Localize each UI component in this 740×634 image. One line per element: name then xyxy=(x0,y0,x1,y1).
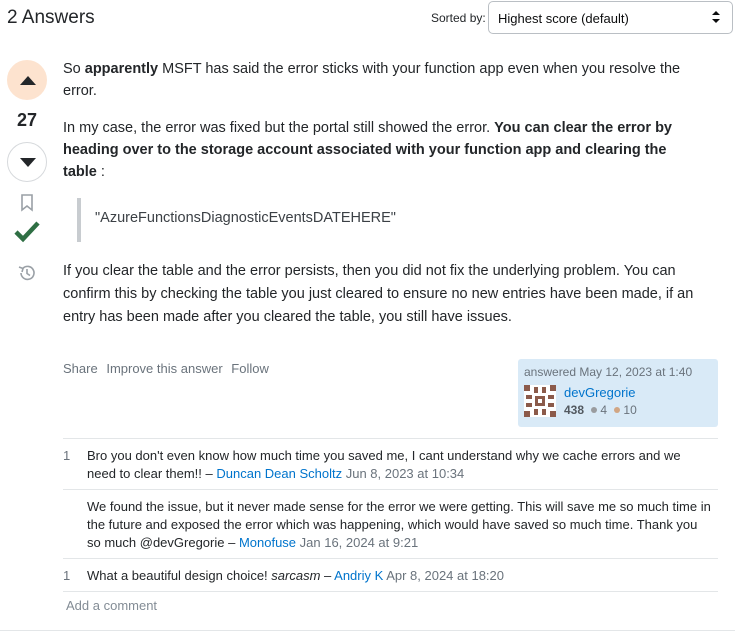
silver-badge-count: 4 xyxy=(600,403,608,417)
history-icon[interactable] xyxy=(17,263,37,283)
comment-author-link[interactable]: Andriy K xyxy=(334,568,383,583)
answer-body: So apparently MSFT has said the error st… xyxy=(63,58,723,344)
comment-score: 1 xyxy=(63,448,71,463)
upvote-button[interactable] xyxy=(7,60,47,100)
blockquote: "AzureFunctionsDiagnosticEventsDATEHERE" xyxy=(77,198,723,242)
answer-paragraph-2: In my case, the error was fixed but the … xyxy=(63,117,703,183)
comment-score: 1 xyxy=(63,568,71,583)
comments-list: 1 Bro you don't even know how much time … xyxy=(63,438,718,592)
comment: 1 What a beautiful design choice! sarcas… xyxy=(63,559,718,592)
sorted-by-label: Sorted by: xyxy=(431,11,486,25)
arrow-up-icon xyxy=(20,76,36,85)
divider xyxy=(0,630,735,631)
improve-answer-link[interactable]: Improve this answer xyxy=(106,361,222,376)
reputation-score: 438 xyxy=(564,403,585,417)
avatar[interactable] xyxy=(524,385,556,417)
comment: We found the issue, but it never made se… xyxy=(63,490,718,559)
comment: 1 Bro you don't even know how much time … xyxy=(63,439,718,490)
comment-author-link[interactable]: Monofuse xyxy=(239,535,296,550)
accepted-check-icon xyxy=(14,221,40,243)
answer-paragraph-1: So apparently MSFT has said the error st… xyxy=(63,58,703,102)
answers-count: 2 Answers xyxy=(7,7,95,28)
follow-link[interactable]: Follow xyxy=(231,361,269,376)
arrow-down-icon xyxy=(20,158,36,167)
text-segment: So xyxy=(63,61,85,77)
sort-select-value: Highest score (default) xyxy=(498,11,629,26)
share-link[interactable]: Share xyxy=(63,361,98,376)
user-card: answered May 12, 2023 at 1:40 devGregori… xyxy=(518,359,718,427)
downvote-button[interactable] xyxy=(7,142,47,182)
text-segment: : xyxy=(96,164,105,180)
bookmark-icon[interactable] xyxy=(20,194,34,212)
add-comment-link[interactable]: Add a comment xyxy=(66,598,157,613)
comment-text: – xyxy=(320,568,335,583)
user-reputation: 438 4 10 xyxy=(564,403,637,417)
comment-date[interactable]: Jan 16, 2024 at 9:21 xyxy=(296,535,419,550)
user-name-link[interactable]: devGregorie xyxy=(564,385,636,400)
sort-select[interactable]: Highest score (default) xyxy=(488,1,733,34)
comment-text: What a beautiful design choice! xyxy=(87,568,272,583)
answers-header: 2 Answers Sorted by: Highest score (defa… xyxy=(7,0,735,36)
silver-badge-icon xyxy=(591,406,598,413)
post-menu: Share Improve this answer Follow xyxy=(63,361,274,376)
bronze-badge-icon xyxy=(614,406,621,413)
comment-date[interactable]: Apr 8, 2024 at 18:20 xyxy=(383,568,504,583)
comment-body: What a beautiful design choice! sarcasm … xyxy=(63,559,718,591)
comment-date[interactable]: Jun 8, 2023 at 10:34 xyxy=(342,466,465,481)
comment-author-link[interactable]: Duncan Dean Scholtz xyxy=(216,466,342,481)
comment-body: Bro you don't even know how much time yo… xyxy=(63,439,718,489)
bronze-badge-count: 10 xyxy=(623,403,637,417)
bold-text: apparently xyxy=(84,61,159,77)
vote-count: 27 xyxy=(16,110,38,130)
text-segment: In my case, the error was fixed but the … xyxy=(63,120,495,136)
comment-italic-text: sarcasm xyxy=(271,568,321,583)
select-arrows-icon xyxy=(712,11,720,23)
answered-timestamp: answered May 12, 2023 at 1:40 xyxy=(524,365,693,379)
answer-paragraph-3: If you clear the table and the error per… xyxy=(63,263,694,325)
comment-body: We found the issue, but it never made se… xyxy=(63,490,718,558)
